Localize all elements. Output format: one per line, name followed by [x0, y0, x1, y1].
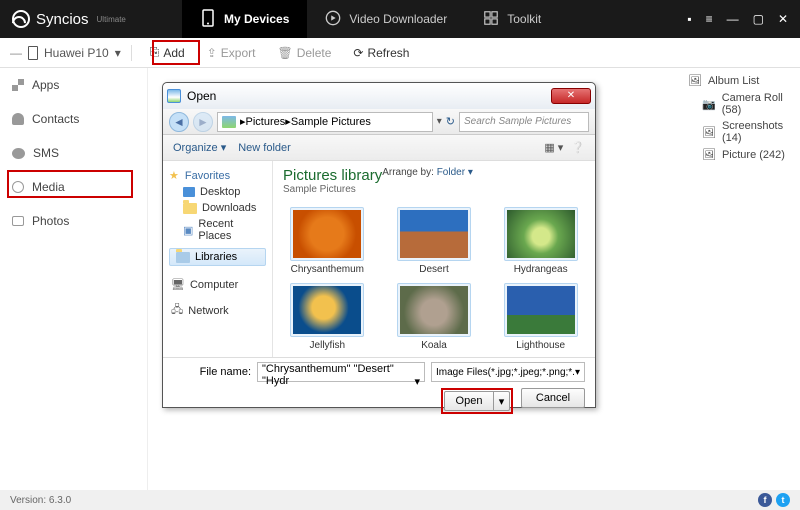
- libraries-icon: [176, 252, 190, 263]
- toolkit-icon: [483, 9, 499, 30]
- file-type-filter[interactable]: Image Files(*.jpg;*.jpeg;*.png;*.▾: [431, 362, 585, 382]
- library-subtitle: Sample Pictures: [283, 184, 382, 195]
- file-name-input[interactable]: "Chrysanthemum" "Desert" "Hydr ▾: [257, 362, 425, 382]
- dialog-titlebar: Open ✕: [163, 83, 595, 109]
- tree-libraries[interactable]: Libraries: [169, 248, 266, 266]
- photos-icon: [12, 216, 24, 226]
- delete-button[interactable]: 🗑 Delete: [269, 43, 339, 63]
- open-dropdown-button[interactable]: ▾: [494, 391, 510, 411]
- dialog-bottom: File name: "Chrysanthemum" "Desert" "Hyd…: [163, 357, 595, 409]
- tab-video-downloader[interactable]: Video Downloader: [307, 0, 465, 38]
- export-icon: ⇪: [207, 46, 217, 60]
- tree-recent[interactable]: ▣Recent Places: [169, 216, 266, 244]
- brand: Syncios Ultimate: [12, 10, 182, 28]
- sms-icon: [12, 148, 25, 159]
- arrange-by[interactable]: Arrange by: Folder ▾: [382, 167, 473, 178]
- tree-network[interactable]: 🖧Network: [169, 299, 266, 322]
- open-dialog: Open ✕ ◄ ► ▸ Pictures ▸ Sample Pictures …: [162, 82, 596, 408]
- folder-icon: [183, 203, 197, 214]
- add-icon: ⎘: [150, 45, 160, 60]
- thumbnail-item[interactable]: Chrysanthemum: [283, 207, 372, 275]
- device-icon: [28, 46, 38, 60]
- cancel-button[interactable]: Cancel: [521, 388, 585, 408]
- toolbar: — Huawei P10 ▾ ⎘ Add ⇪ Export 🗑 Delete ⟳…: [0, 38, 800, 68]
- facebook-icon[interactable]: f: [758, 493, 772, 507]
- sidebar-item-media[interactable]: Media: [0, 170, 147, 204]
- view-button[interactable]: ▦ ▾: [544, 141, 563, 154]
- thumbnail-item[interactable]: Lighthouse: [496, 283, 585, 351]
- twitter-icon[interactable]: t: [776, 493, 790, 507]
- album-item[interactable]: 🖼Screenshots (14): [688, 118, 792, 146]
- album-list-panel: 🖼 Album List 📷Camera Roll (58) 🖼Screensh…: [680, 68, 800, 169]
- open-button[interactable]: Open: [444, 391, 494, 411]
- dialog-nav: ◄ ► ▸ Pictures ▸ Sample Pictures ▾ ↻ Sea…: [163, 109, 595, 135]
- organize-menu[interactable]: Organize ▾: [173, 141, 226, 154]
- add-button[interactable]: ⎘ Add: [142, 42, 193, 63]
- nav-back-button[interactable]: ◄: [169, 112, 189, 132]
- thumbnail-item[interactable]: Koala: [390, 283, 479, 351]
- brand-name: Syncios: [36, 11, 89, 28]
- tree-desktop[interactable]: Desktop: [169, 184, 266, 200]
- device-selector[interactable]: — Huawei P10 ▾: [10, 46, 121, 60]
- footer: Version: 6.3.0 f t: [0, 490, 800, 510]
- logo-icon: [12, 10, 30, 28]
- export-button[interactable]: ⇪ Export: [199, 43, 264, 63]
- library-title: Pictures library: [283, 167, 382, 184]
- help-button[interactable]: ❔: [571, 141, 585, 154]
- tab-toolkit[interactable]: Toolkit: [465, 0, 559, 38]
- brand-sub: Ultimate: [97, 15, 126, 24]
- file-name-label: File name:: [200, 366, 251, 378]
- tree-downloads[interactable]: Downloads: [169, 200, 266, 216]
- tree-computer[interactable]: 🖥Computer: [169, 276, 266, 293]
- screenshot-icon: 🖼: [702, 126, 716, 139]
- new-folder-button[interactable]: New folder: [238, 142, 291, 154]
- app-header: Syncios Ultimate My Devices Video Downlo…: [0, 0, 800, 38]
- tree-favorites[interactable]: ★Favorites: [169, 167, 266, 184]
- refresh-button[interactable]: ⟳ Refresh: [345, 43, 417, 63]
- maximize-icon[interactable]: ▢: [753, 12, 764, 26]
- album-icon: 🖼: [688, 74, 702, 87]
- dialog-main: Pictures library Sample Pictures Arrange…: [273, 161, 595, 357]
- sidebar-item-contacts[interactable]: Contacts: [0, 102, 147, 136]
- feedback-icon[interactable]: ▪: [687, 12, 691, 26]
- highlight-open: Open ▾: [441, 388, 513, 414]
- dialog-icon: [167, 89, 181, 103]
- apps-icon: [12, 79, 24, 91]
- version-label: Version: 6.3.0: [10, 495, 71, 506]
- dialog-tree: ★Favorites Desktop Downloads ▣Recent Pla…: [163, 161, 273, 357]
- close-icon[interactable]: ✕: [778, 12, 788, 26]
- menu-icon[interactable]: ≡: [706, 12, 713, 26]
- chevron-down-icon: ▾: [115, 46, 121, 60]
- media-icon: [12, 181, 24, 193]
- dialog-close-button[interactable]: ✕: [551, 88, 591, 104]
- thumbnail-grid: Chrysanthemum DesertHydrangeas Jellyfish Ko…: [283, 207, 585, 351]
- minimize-icon[interactable]: —: [727, 12, 739, 26]
- trash-icon: 🗑: [277, 46, 292, 60]
- refresh-icon: ⟳: [353, 46, 363, 60]
- thumbnail-item[interactable]: Desert: [390, 207, 479, 275]
- sidebar: Apps Contacts SMS Media Photos: [0, 68, 148, 490]
- sidebar-item-sms[interactable]: SMS: [0, 136, 147, 170]
- camera-icon: 📷: [702, 98, 716, 111]
- nav-forward-button[interactable]: ►: [193, 112, 213, 132]
- thumbnail-item[interactable]: Jellyfish: [283, 283, 372, 351]
- album-item[interactable]: 📷Camera Roll (58): [688, 90, 792, 118]
- library-icon: [222, 116, 236, 128]
- dialog-toolbar: Organize ▾ New folder ▦ ▾ ❔: [163, 135, 595, 161]
- contacts-icon: [12, 113, 24, 125]
- picture-icon: 🖼: [702, 148, 716, 161]
- thumbnail-item[interactable]: Hydrangeas: [496, 207, 585, 275]
- phone-icon: [200, 9, 216, 30]
- sidebar-item-photos[interactable]: Photos: [0, 204, 147, 238]
- breadcrumb[interactable]: ▸ Pictures ▸ Sample Pictures: [217, 112, 433, 132]
- play-icon: [325, 9, 341, 30]
- tab-my-devices[interactable]: My Devices: [182, 0, 307, 38]
- album-item[interactable]: 🖼Picture (242): [688, 146, 792, 163]
- search-input[interactable]: Search Sample Pictures: [459, 112, 589, 132]
- refresh-icon[interactable]: ↻: [446, 115, 455, 128]
- album-list-head: 🖼 Album List: [688, 74, 792, 87]
- sidebar-item-apps[interactable]: Apps: [0, 68, 147, 102]
